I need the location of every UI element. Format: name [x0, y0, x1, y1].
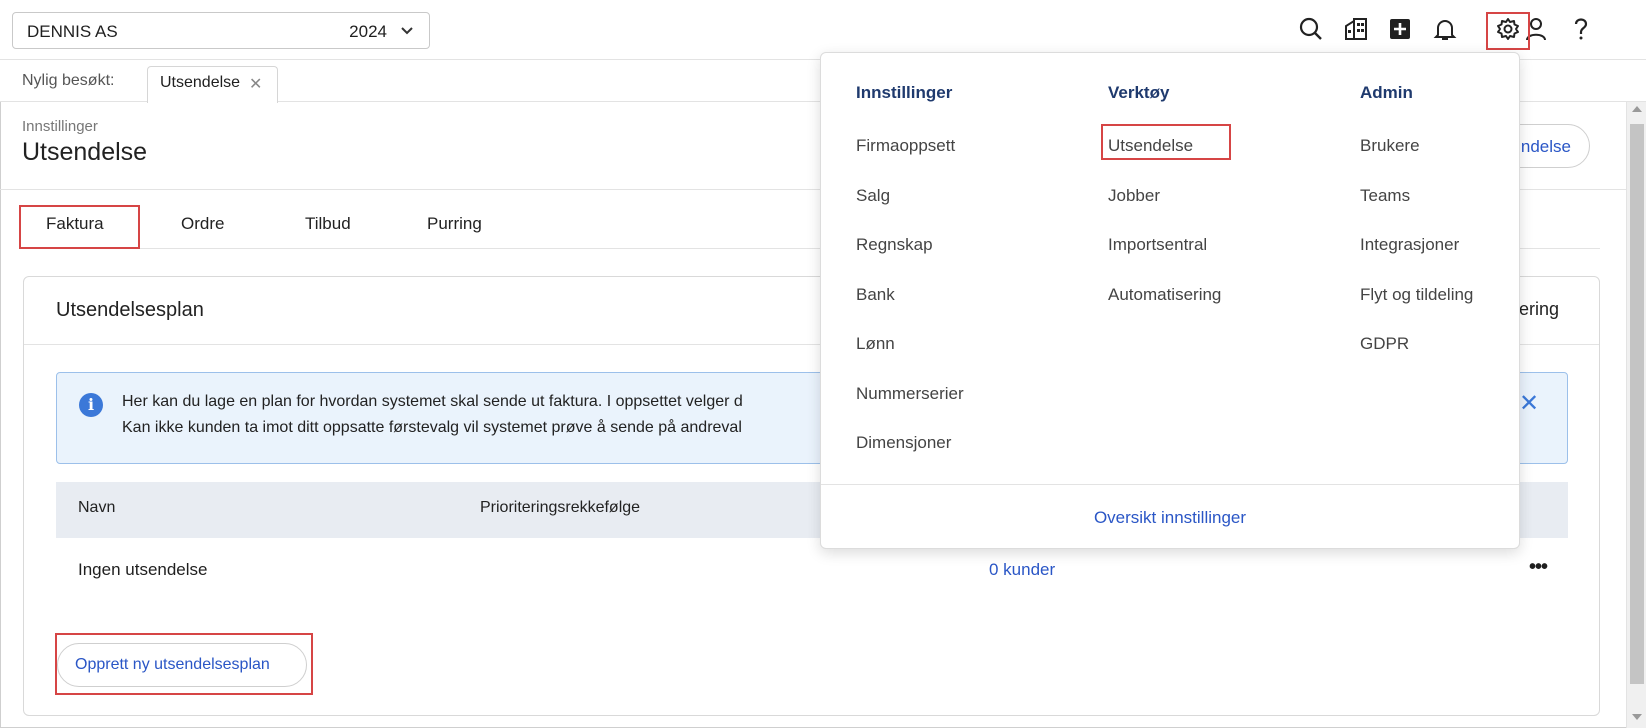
tab-ordre[interactable]: Ordre: [181, 214, 224, 234]
menu-item-nummerserier[interactable]: Nummerserier: [856, 369, 964, 419]
menu-item-importsentral[interactable]: Importsentral: [1108, 220, 1221, 270]
settings-overview-link[interactable]: Oversikt innstillinger: [821, 508, 1519, 528]
tab-highlight: [19, 205, 140, 249]
bell-icon[interactable]: [1430, 14, 1460, 44]
company-selector[interactable]: DENNIS AS 2024: [12, 12, 430, 49]
plus-square-icon[interactable]: [1385, 14, 1415, 44]
dropdown-column-innstillinger: Innstillinger Firmaoppsett Salg Regnskap…: [856, 83, 964, 468]
menu-item-automatisering[interactable]: Automatisering: [1108, 270, 1221, 320]
more-options-icon[interactable]: •••: [1529, 556, 1548, 579]
recent-tab-utsendelse[interactable]: Utsendelse ✕: [147, 66, 278, 103]
page-scrollbar[interactable]: [1626, 102, 1646, 728]
chevron-down-icon: [401, 27, 413, 35]
recent-tab-label: Utsendelse: [160, 74, 241, 91]
dropdown-heading-admin: Admin: [1360, 83, 1413, 102]
scroll-down-icon[interactable]: [1632, 714, 1642, 720]
help-icon[interactable]: [1566, 14, 1596, 44]
scrollbar-thumb[interactable]: [1630, 124, 1644, 684]
menu-item-gdpr[interactable]: GDPR: [1360, 319, 1473, 369]
scroll-up-icon[interactable]: [1632, 106, 1642, 112]
create-button-highlight: [55, 633, 313, 695]
row-name: Ingen utsendelse: [78, 560, 208, 579]
menu-item-jobber[interactable]: Jobber: [1108, 171, 1221, 221]
dropdown-heading-verktoy: Verktøy: [1108, 83, 1170, 102]
dropdown-heading-innstillinger: Innstillinger: [856, 83, 953, 102]
search-icon[interactable]: [1296, 14, 1326, 44]
dropdown-column-admin: Admin Brukere Teams Integrasjoner Flyt o…: [1360, 83, 1473, 369]
building-icon[interactable]: [1341, 14, 1371, 44]
column-header-prioritering[interactable]: Prioriteringsrekkefølge: [480, 499, 640, 517]
info-text-line-2: Kan ikke kunden ta imot ditt oppsatte fø…: [122, 419, 742, 436]
menu-item-bank[interactable]: Bank: [856, 270, 964, 320]
tab-tilbud[interactable]: Tilbud: [305, 214, 351, 234]
card-title: Utsendelsesplan: [56, 299, 204, 321]
company-name: DENNIS AS: [27, 22, 118, 41]
menu-item-lonn[interactable]: Lønn: [856, 319, 964, 369]
menu-item-dimensjoner[interactable]: Dimensjoner: [856, 418, 964, 468]
row-customers-link[interactable]: 0 kunder: [989, 560, 1055, 580]
menu-item-brukere[interactable]: Brukere: [1360, 121, 1473, 171]
info-icon: i: [79, 393, 103, 417]
breadcrumb[interactable]: Innstillinger: [22, 118, 98, 135]
info-text-line-1: Her kan du lage en plan for hvordan syst…: [122, 393, 743, 410]
dropdown-divider: [821, 484, 1519, 485]
page-title: Utsendelse: [22, 138, 148, 166]
close-icon[interactable]: ✕: [1519, 389, 1539, 418]
recent-label: Nylig besøkt:: [22, 72, 115, 89]
menu-item-integrasjoner[interactable]: Integrasjoner: [1360, 220, 1473, 270]
menu-item-regnskap[interactable]: Regnskap: [856, 220, 964, 270]
gear-highlight: [1486, 12, 1530, 50]
column-header-navn[interactable]: Navn: [78, 499, 115, 517]
menu-item-flyt-og-tildeling[interactable]: Flyt og tildeling: [1360, 270, 1473, 320]
utsendelse-highlight: [1101, 124, 1231, 160]
menu-item-teams[interactable]: Teams: [1360, 171, 1473, 221]
menu-item-firmaoppsett[interactable]: Firmaoppsett: [856, 121, 964, 171]
top-bar: DENNIS AS 2024: [0, 0, 1646, 60]
header-action-label: ndelse: [1520, 137, 1571, 156]
close-icon[interactable]: ✕: [249, 74, 262, 94]
menu-item-salg[interactable]: Salg: [856, 171, 964, 221]
dropdown-column-verktoy: Verktøy Utsendelse Jobber Importsentral …: [1108, 83, 1221, 319]
tab-purring[interactable]: Purring: [427, 214, 482, 234]
company-year: 2024: [349, 22, 387, 41]
